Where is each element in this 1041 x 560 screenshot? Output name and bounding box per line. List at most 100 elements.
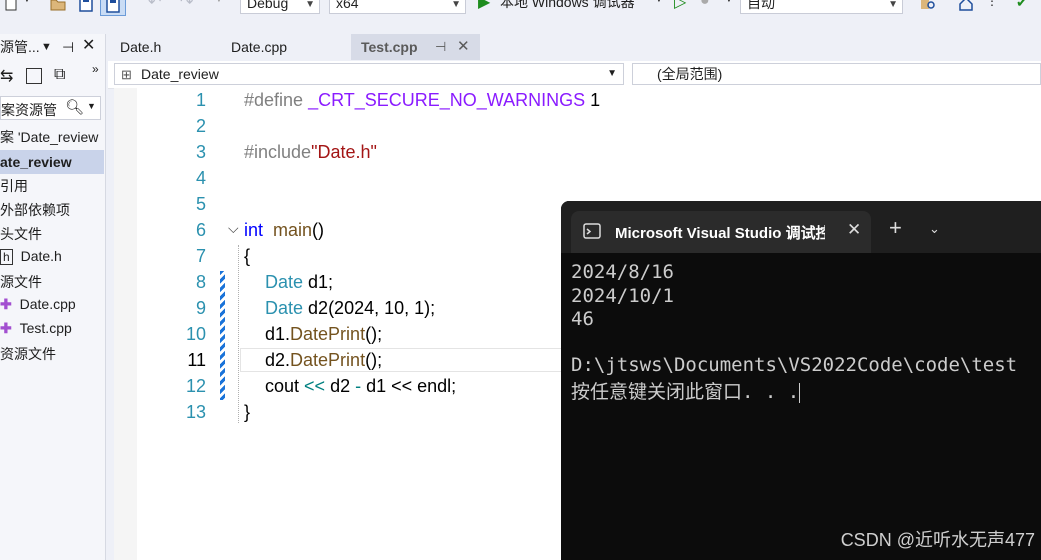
save-all-button[interactable]	[100, 0, 126, 16]
code-text: cout	[265, 376, 305, 396]
pin-icon[interactable]: ⊣	[435, 34, 446, 60]
document-tabs: Date.h Date.cpp Test.cpp ⊣ ✕	[108, 34, 1041, 60]
redo-icon[interactable]: ↷	[180, 0, 193, 12]
tree-item-external-deps[interactable]: 外部依赖项	[0, 200, 70, 220]
open-folder-icon[interactable]	[50, 0, 66, 12]
chevron-down-icon: ▼	[305, 0, 315, 10]
run-debugger-button[interactable]: 本地 Windows 调试器	[500, 0, 635, 12]
chevron-down-icon[interactable]: ⌄	[929, 221, 940, 237]
find-icon[interactable]	[920, 0, 936, 12]
line-number: 10	[185, 324, 206, 344]
console-output-line: 2024/8/16	[571, 261, 674, 283]
navigation-bar: ⊞ Date_review ▼ (全局范围)	[108, 61, 1041, 89]
solution-explorer-title: 源管...	[0, 39, 40, 55]
run-mode-select[interactable]: 自动 ▼	[740, 0, 903, 14]
code-line-13: }	[244, 402, 251, 422]
save-all-icon	[106, 0, 120, 13]
play-icon[interactable]: ▶	[478, 0, 490, 12]
line-number: 8	[195, 272, 206, 292]
chevron-down-icon: ▼	[87, 101, 96, 111]
tab-date-cpp[interactable]: Date.cpp	[221, 34, 297, 60]
solution-search-placeholder: 案资源管	[1, 102, 57, 118]
line-number: 13	[185, 402, 206, 422]
checkmark-icon[interactable]: ✔	[1016, 0, 1028, 11]
code-line-6: int main()	[244, 220, 324, 241]
line-number-current: 11	[187, 350, 206, 370]
code-line-1: #define _CRT_SECURE_NO_WARNINGS 1	[244, 90, 600, 111]
new-tab-icon[interactable]: +	[889, 217, 902, 239]
solution-explorer-header: 源管... ▼ ⊣ ✕	[0, 34, 105, 60]
start-without-debug-icon[interactable]: ▷	[674, 0, 686, 12]
tree-item-resource-files[interactable]: 资源文件	[0, 344, 56, 364]
close-tab-icon[interactable]: ✕	[457, 34, 470, 60]
line-number: 7	[195, 246, 206, 266]
console-tab[interactable]: Microsoft Visual Studio 调试控 ✕	[571, 211, 871, 253]
console-tab-bar: Microsoft Visual Studio 调试控 ✕ + ⌄	[561, 201, 1041, 253]
header-file-icon: h	[0, 249, 13, 265]
console-output-line: D:\jtsws\Documents\VS2022Code\code\test	[571, 354, 1018, 376]
tab-date-h[interactable]: Date.h	[110, 34, 171, 60]
tree-item-date-h[interactable]: h Date.h	[0, 248, 62, 265]
code-text: d1;	[303, 272, 334, 292]
more-options-icon[interactable]: ⋮	[986, 0, 998, 8]
undo-icon[interactable]: ↶	[148, 0, 161, 12]
redo-dropdown-icon[interactable]: ▼	[214, 0, 224, 5]
solution-search-input[interactable]: 案资源管 🔍︎ ▼	[0, 96, 101, 120]
dropdown-arrow-icon[interactable]: ▼	[22, 0, 32, 5]
search-icon: 🔍︎	[65, 99, 85, 116]
project-scope-select[interactable]: ⊞ Date_review ▼	[114, 63, 624, 85]
glyph-margin	[114, 88, 137, 560]
code-text: ();	[365, 324, 383, 344]
platform-value: x64	[336, 0, 359, 11]
tree-item-label: Date.cpp	[19, 296, 76, 312]
collapse-region-icon[interactable]: ⌵	[228, 220, 239, 237]
new-project-icon[interactable]	[4, 0, 20, 12]
code-line-8: Date d1;	[265, 272, 333, 293]
config-value: Debug	[247, 0, 289, 11]
panel-menu-icon[interactable]: ▼	[41, 34, 52, 60]
close-icon[interactable]: ✕	[82, 34, 95, 59]
macro-value: 1	[585, 90, 601, 110]
tab-test-cpp[interactable]: Test.cpp ⊣ ✕	[351, 34, 480, 60]
terminal-icon	[583, 223, 601, 239]
chevron-down-icon: ▼	[888, 0, 898, 10]
change-tracking-bar	[220, 271, 225, 400]
tree-item-header-files[interactable]: 头文件	[0, 224, 42, 244]
tab-label: Date.h	[120, 39, 162, 55]
platform-select[interactable]: x64 ▼	[329, 0, 466, 14]
console-title: Microsoft Visual Studio 调试控	[615, 225, 825, 242]
overflow-icon[interactable]: »	[92, 62, 99, 76]
run-dropdown-icon[interactable]: ▼	[654, 0, 664, 5]
home-icon[interactable]	[958, 0, 974, 12]
record-icon[interactable]: ●	[700, 0, 710, 10]
tree-item-test-cpp[interactable]: ✚ Test.cpp	[0, 320, 72, 337]
config-select[interactable]: Debug ▼	[240, 0, 320, 14]
code-text: ();	[365, 350, 383, 370]
tree-item-references[interactable]: 引用	[0, 176, 28, 196]
indent-guide	[238, 245, 239, 423]
line-number: 9	[195, 298, 206, 318]
tree-item-label: Test.cpp	[19, 320, 72, 336]
include-path: "Date.h"	[311, 142, 377, 162]
text-cursor	[799, 382, 801, 403]
record-dropdown-icon[interactable]: ▼	[724, 0, 734, 5]
close-tab-icon[interactable]: ✕	[847, 220, 861, 240]
tree-item-solution[interactable]: 案 'Date_review	[0, 127, 98, 147]
code-line-3: #include"Date.h"	[244, 142, 377, 163]
save-icon[interactable]	[78, 0, 94, 12]
show-all-files-icon[interactable]: ⧉	[54, 66, 65, 84]
sync-icon[interactable]: ⇆	[0, 66, 13, 86]
chevron-down-icon: ▼	[451, 0, 461, 10]
code-text: d1.	[265, 324, 291, 344]
debug-console-window[interactable]: Microsoft Visual Studio 调试控 ✕ + ⌄ 2024/8…	[561, 201, 1041, 560]
tab-label: Test.cpp	[361, 39, 418, 55]
global-scope-select[interactable]: (全局范围)	[632, 63, 1041, 85]
code-line-7: {	[244, 246, 251, 266]
code-line-12: cout << d2 - d1 << endl;	[265, 376, 456, 397]
tree-item-date-cpp[interactable]: ✚ Date.cpp	[0, 296, 76, 313]
tree-item-source-files[interactable]: 源文件	[0, 272, 42, 292]
line-number: 6	[195, 220, 206, 240]
collapse-all-icon[interactable]	[26, 68, 42, 84]
tree-item-project[interactable]: ate_review	[0, 150, 104, 174]
pin-icon[interactable]: ⊣	[62, 34, 74, 60]
